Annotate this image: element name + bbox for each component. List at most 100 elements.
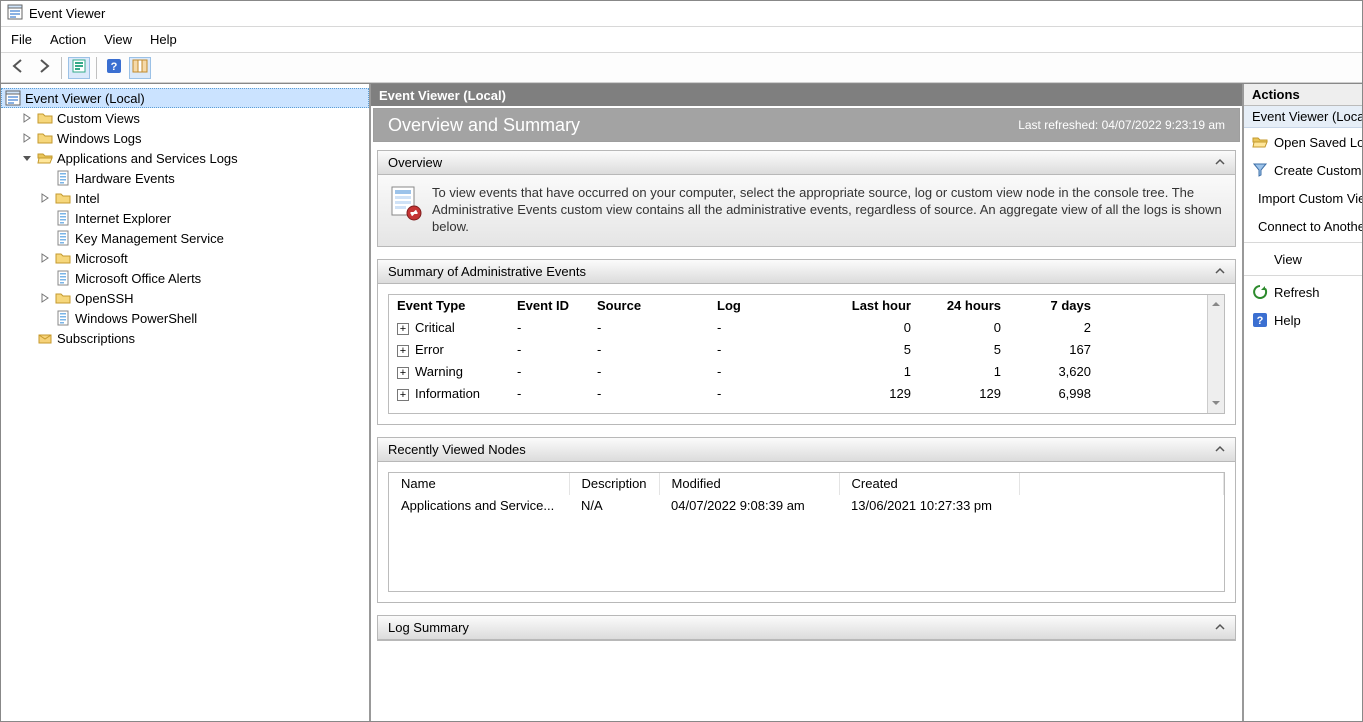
section-admin-summary-header[interactable]: Summary of Administrative Events: [378, 260, 1235, 284]
chevron-right-icon[interactable]: [39, 292, 51, 304]
collapse-icon[interactable]: [1215, 264, 1225, 279]
section-recent-header[interactable]: Recently Viewed Nodes: [378, 438, 1235, 462]
menu-help[interactable]: Help: [150, 32, 177, 47]
expand-icon[interactable]: +: [397, 389, 409, 401]
properties-button[interactable]: [68, 57, 90, 79]
collapse-icon[interactable]: [1215, 155, 1225, 170]
section-title: Overview: [388, 155, 442, 170]
action-connect[interactable]: Connect to Another Computer...: [1244, 212, 1362, 240]
section-recent-nodes: Recently Viewed Nodes Name Description M…: [377, 437, 1236, 603]
table-row[interactable]: +Information - - - 129 129 6,998: [389, 383, 1224, 405]
menu-file[interactable]: File: [11, 32, 32, 47]
collapse-icon[interactable]: [1215, 620, 1225, 635]
log-icon: [55, 270, 71, 286]
section-log-summary-header[interactable]: Log Summary: [378, 616, 1235, 640]
scrollbar[interactable]: [1207, 295, 1224, 413]
nav-back-button[interactable]: [7, 57, 29, 79]
app-icon: [7, 4, 23, 23]
help-button[interactable]: [103, 57, 125, 79]
help-icon: [106, 58, 122, 77]
cell-event-type: Error: [415, 342, 444, 357]
action-help[interactable]: Help: [1244, 306, 1362, 334]
tree-internet-explorer[interactable]: Internet Explorer: [1, 208, 369, 228]
admin-summary-table[interactable]: Event Type Event ID Source Log Last hour…: [389, 295, 1224, 405]
tree-label: Windows Logs: [57, 131, 142, 146]
cell: -: [509, 361, 589, 383]
chevron-down-icon[interactable]: [21, 152, 33, 164]
overview-info-icon: [390, 185, 422, 236]
action-label: Create Custom View...: [1274, 163, 1362, 178]
col-event-type[interactable]: Event Type: [389, 295, 509, 317]
col-7-days[interactable]: 7 days: [1009, 295, 1099, 317]
expand-icon[interactable]: +: [397, 345, 409, 357]
tree-office-alerts[interactable]: Microsoft Office Alerts: [1, 268, 369, 288]
tree-label: Microsoft: [75, 251, 128, 266]
scroll-down-icon[interactable]: [1211, 396, 1221, 411]
col-description[interactable]: Description: [569, 473, 659, 495]
arrow-left-icon: [10, 58, 26, 77]
tree-windows-logs[interactable]: Windows Logs: [1, 128, 369, 148]
tree-powershell[interactable]: Windows PowerShell: [1, 308, 369, 328]
action-open-saved-log[interactable]: Open Saved Log...: [1244, 128, 1362, 156]
scroll-up-icon[interactable]: [1211, 297, 1221, 312]
cell: 5: [829, 339, 919, 361]
chevron-right-icon[interactable]: [21, 132, 33, 144]
cell: 3,620: [1009, 361, 1099, 383]
tree-subscriptions[interactable]: Subscriptions: [1, 328, 369, 348]
chevron-right-icon[interactable]: [39, 252, 51, 264]
menu-action[interactable]: Action: [50, 32, 86, 47]
center-panel: Event Viewer (Local) Overview and Summar…: [371, 84, 1244, 721]
cell: -: [709, 383, 829, 405]
chevron-right-icon[interactable]: [39, 192, 51, 204]
collapse-icon[interactable]: [1215, 442, 1225, 457]
col-log[interactable]: Log: [709, 295, 829, 317]
console-tree[interactable]: Event Viewer (Local) Custom Views Window…: [1, 84, 371, 721]
table-row[interactable]: +Error - - - 5 5 167: [389, 339, 1224, 361]
show-hide-panes-button[interactable]: [129, 57, 151, 79]
action-separator: [1244, 275, 1362, 276]
expand-icon[interactable]: +: [397, 323, 409, 335]
tree-key-management[interactable]: Key Management Service: [1, 228, 369, 248]
col-created[interactable]: Created: [839, 473, 1019, 495]
col-source[interactable]: Source: [589, 295, 709, 317]
tree-intel[interactable]: Intel: [1, 188, 369, 208]
action-refresh[interactable]: Refresh: [1244, 278, 1362, 306]
tree-hardware-events[interactable]: Hardware Events: [1, 168, 369, 188]
menu-view[interactable]: View: [104, 32, 132, 47]
col-event-id[interactable]: Event ID: [509, 295, 589, 317]
center-header: Event Viewer (Local): [371, 84, 1242, 106]
tree-root[interactable]: Event Viewer (Local): [1, 88, 369, 108]
nav-forward-button[interactable]: [33, 57, 55, 79]
tree-custom-views[interactable]: Custom Views: [1, 108, 369, 128]
action-import-custom-view[interactable]: Import Custom View...: [1244, 184, 1362, 212]
tree-apps-and-services[interactable]: Applications and Services Logs: [1, 148, 369, 168]
cell: -: [589, 317, 709, 339]
tree-microsoft[interactable]: Microsoft: [1, 248, 369, 268]
table-row[interactable]: +Warning - - - 1 1 3,620: [389, 361, 1224, 383]
main-content: Event Viewer (Local) Custom Views Window…: [1, 83, 1362, 721]
col-last-hour[interactable]: Last hour: [829, 295, 919, 317]
table-row[interactable]: +Critical - - - 0 0 2: [389, 317, 1224, 339]
cell: 1: [829, 361, 919, 383]
tree-label: Intel: [75, 191, 100, 206]
folder-open-icon: [1252, 134, 1268, 150]
table-row[interactable]: Applications and Service... N/A 04/07/20…: [389, 495, 1224, 517]
actions-title: Actions: [1244, 84, 1362, 106]
cell: -: [709, 317, 829, 339]
col-name[interactable]: Name: [389, 473, 569, 495]
properties-icon: [71, 58, 87, 77]
cell-event-type: Critical: [415, 320, 455, 335]
cell: -: [589, 383, 709, 405]
event-viewer-icon: [5, 90, 21, 106]
col-modified[interactable]: Modified: [659, 473, 839, 495]
expand-icon[interactable]: +: [397, 367, 409, 379]
folder-icon: [37, 110, 53, 126]
recent-viewed-table[interactable]: Name Description Modified Created Applic…: [389, 473, 1224, 517]
section-overview-header[interactable]: Overview: [378, 151, 1235, 175]
col-24-hours[interactable]: 24 hours: [919, 295, 1009, 317]
tree-openssh[interactable]: OpenSSH: [1, 288, 369, 308]
action-view[interactable]: View: [1244, 245, 1362, 273]
action-create-custom-view[interactable]: Create Custom View...: [1244, 156, 1362, 184]
chevron-right-icon[interactable]: [21, 112, 33, 124]
tree-root-label: Event Viewer (Local): [25, 91, 145, 106]
